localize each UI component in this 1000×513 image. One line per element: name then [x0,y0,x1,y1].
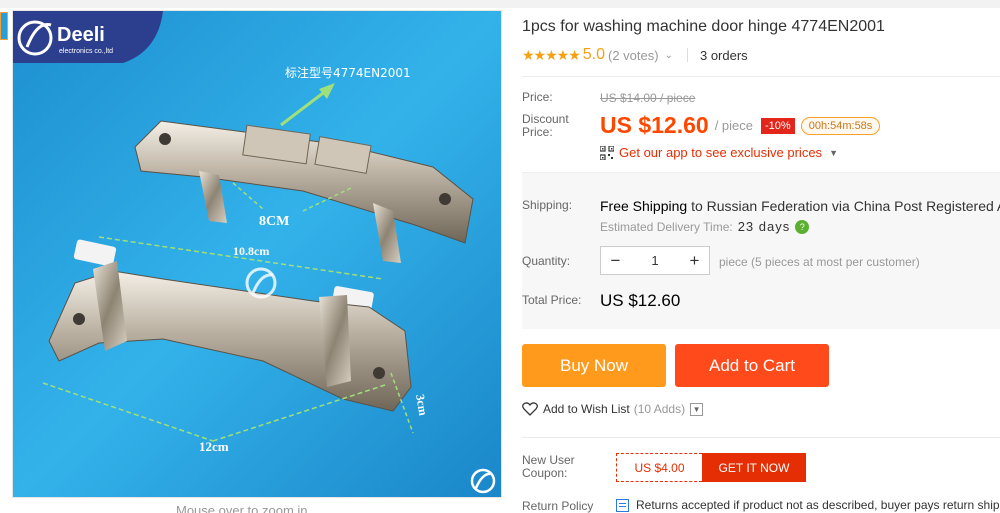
divider [522,437,1000,438]
quantity-decrease-button[interactable]: − [601,247,630,274]
return-policy-label: Return Policy [522,499,594,513]
discount-price: US $12.60 [600,112,709,138]
coupon-value: US $4.00 [616,453,702,482]
wishlist-row[interactable]: Add to Wish List (10 Adds) ▼ [522,402,704,416]
shipping-value[interactable]: Free Shipping to Russian Federation via … [600,198,1000,214]
product-image[interactable]: Deeli electronics co.,ltd 标注型号4774EN2001… [12,10,502,498]
caret-down-icon[interactable]: ▼ [829,148,838,158]
discount-price-label: Discount Price: [522,113,569,139]
star-rating-icon: ★★★★★ [522,46,581,63]
add-to-cart-button[interactable]: Add to Cart [675,344,829,387]
delivery-days: 23 days [737,219,791,234]
quantity-note: piece (5 pieces at most per customer) [719,255,920,269]
get-coupon-button[interactable]: GET IT NOW [702,453,806,482]
dim-8cm: 8CM [259,214,289,229]
document-icon [616,498,629,512]
add-to-wishlist-link[interactable]: Add to Wish List [543,402,630,416]
model-label: 标注型号4774EN2001 [285,65,411,80]
coupon-label: New User Coupon: [522,454,575,480]
product-title: 1pcs for washing machine door hinge 4774… [522,18,885,35]
shipping-label: Shipping: [522,198,573,212]
chevron-down-icon[interactable]: ▼ [690,402,704,416]
dim-10-8cm: 10.8cm [233,244,269,258]
zoom-hint: Mouse over to zoom in [176,503,308,513]
delivery-estimate-label: Estimated Delivery Time: [600,219,733,234]
quantity-label: Quantity: [522,254,571,268]
thumbnail[interactable] [0,12,8,40]
qr-code-icon [600,145,614,160]
shipping-destination: to Russian Federation via China Post Reg… [691,198,1000,214]
total-price-label: Total Price: [522,293,582,307]
per-piece: / piece [714,118,754,133]
wishlist-count: (10 Adds) [633,402,686,416]
countdown-timer: 00h:54m:58s [800,116,881,135]
rating-row: ★★★★★ 5.0 (2 votes) ⌄ 3 orders [522,46,748,64]
total-price: US $12.60 [600,291,681,310]
logo-subtext: electronics co.,ltd [59,48,113,55]
delivery-estimate: Estimated Delivery Time: 23 days ? [600,219,810,234]
heart-icon[interactable] [522,402,538,416]
discount-label-line2: Price: [522,125,553,139]
return-policy-text: Returns accepted if product not as descr… [636,498,1000,512]
coupon-label-line2: Coupon: [522,466,568,480]
shipping-panel [522,172,1000,329]
votes-count[interactable]: (2 votes) [608,48,659,63]
quantity-stepper[interactable]: − 1 + [600,246,710,275]
discount-badge: -10% [761,117,795,134]
chevron-down-icon[interactable]: ⌄ [665,50,673,61]
original-price: US $14.00 / piece [600,91,696,105]
free-shipping: Free Shipping [600,198,688,214]
discount-price-row: US $12.60 / piece -10% 00h:54m:58s [600,112,881,139]
quantity-input[interactable]: 1 [630,253,680,268]
app-promo[interactable]: Get our app to see exclusive prices ▼ [600,145,838,160]
buy-now-button[interactable]: Buy Now [522,344,666,387]
new-user-coupon[interactable]: US $4.00 GET IT NOW [616,453,806,482]
divider [686,48,688,62]
dim-12cm: 12cm [199,439,229,454]
logo-text: Deeli [57,24,105,46]
app-promo-link[interactable]: Get our app to see exclusive prices [619,145,822,160]
product-info: 1pcs for washing machine door hinge 4774… [522,0,1000,513]
rating-value: 5.0 [582,46,606,63]
return-policy: Returns accepted if product not as descr… [616,498,1000,512]
orders-count: 3 orders [699,47,748,63]
price-label: Price: [522,90,553,104]
question-icon[interactable]: ? [795,219,810,234]
quantity-increase-button[interactable]: + [680,247,709,274]
divider [522,76,1000,77]
